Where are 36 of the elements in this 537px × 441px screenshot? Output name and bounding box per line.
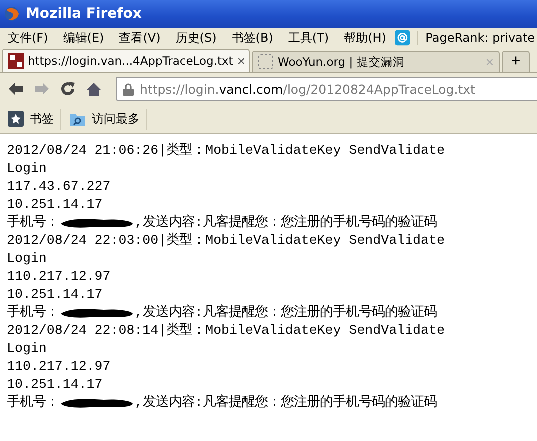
message-text: ,发送内容:凡客提醒您：您注册的手机号码的验证码 bbox=[135, 394, 437, 412]
log-line: 2012/08/24 22:08:14|类型：MobileValidateKey SendValidate bbox=[7, 322, 446, 340]
log-line: Login bbox=[7, 160, 48, 178]
browser-tab[interactable]: https://login.van...4AppTraceLog.txt × bbox=[2, 49, 250, 72]
bookmark-item[interactable]: 访问最多 bbox=[63, 108, 147, 130]
phone-label: 手机号： bbox=[7, 304, 59, 322]
browser-tab[interactable]: WooYun.org | 提交漏洞 × bbox=[252, 51, 500, 72]
tab-title: https://login.van...4AppTraceLog.txt bbox=[28, 54, 234, 68]
pagerank-label: PageRank: private bbox=[416, 31, 535, 45]
new-tab-button[interactable]: + bbox=[502, 51, 530, 72]
log-line: 10.251.14.17 bbox=[7, 286, 104, 304]
menu-item[interactable]: 工具(T) bbox=[282, 30, 338, 46]
menu-item[interactable]: 历史(S) bbox=[170, 30, 226, 46]
log-line: 2012/08/24 22:03:00|类型：MobileValidateKey SendValidate bbox=[7, 232, 446, 250]
phone-label: 手机号： bbox=[7, 394, 59, 412]
window-title: Mozilla Firefox bbox=[26, 6, 142, 22]
menu-item[interactable]: 帮助(H) bbox=[338, 30, 396, 46]
log-line: 10.251.14.17 bbox=[7, 376, 104, 394]
menu-item[interactable]: 文件(F) bbox=[2, 30, 58, 46]
log-line: 117.43.67.227 bbox=[7, 178, 112, 196]
address-bar[interactable]: https://login.vancl.com/log/20120824AppTraceLog.txt bbox=[116, 77, 537, 101]
phone-label: 手机号： bbox=[7, 214, 59, 232]
log-line: Login bbox=[7, 340, 48, 358]
menu-item[interactable]: 编辑(E) bbox=[57, 30, 114, 46]
tab-title: WooYun.org | 提交漏洞 bbox=[278, 54, 406, 70]
log-line: 10.251.14.17 bbox=[7, 196, 104, 214]
log-line: 110.217.12.97 bbox=[7, 268, 112, 286]
log-line: Login bbox=[7, 250, 48, 268]
bookmark-item[interactable]: 书签 bbox=[2, 108, 61, 130]
menu-item[interactable]: 书签(B) bbox=[226, 30, 282, 46]
close-tab-button[interactable]: × bbox=[237, 53, 246, 69]
message-text: ,发送内容:凡客提醒您：您注册的手机号码的验证码 bbox=[135, 214, 437, 232]
message-text: ,发送内容:凡客提醒您：您注册的手机号码的验证码 bbox=[135, 304, 437, 322]
log-line: 2012/08/24 21:06:26|类型：MobileValidateKey SendValidate bbox=[7, 142, 446, 160]
menu-item[interactable]: 查看(V) bbox=[113, 30, 170, 46]
log-line: 110.217.12.97 bbox=[7, 358, 112, 376]
